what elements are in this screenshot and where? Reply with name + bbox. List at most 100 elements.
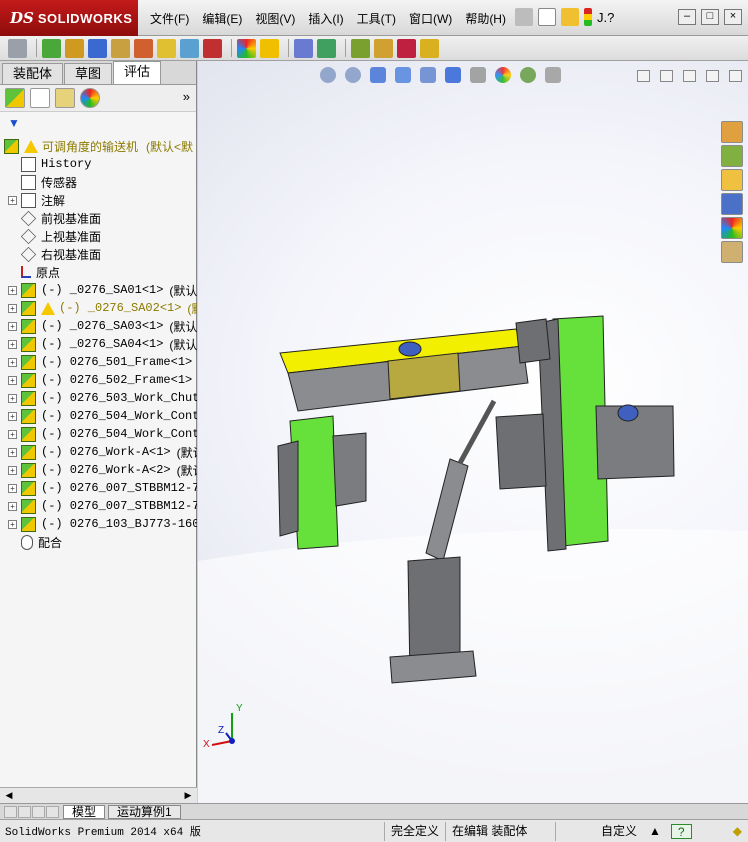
expand-toggle[interactable]: + xyxy=(8,357,17,367)
minimize-button[interactable]: – xyxy=(678,9,696,25)
solidworks-logo[interactable]: DS SOLIDWORKS xyxy=(0,0,138,36)
expand-toggle[interactable]: + xyxy=(8,375,17,385)
linear-pattern-icon[interactable] xyxy=(88,38,107,58)
expand-toggle[interactable]: + xyxy=(8,393,17,403)
graphics-area[interactable]: Y Z X xyxy=(198,61,748,803)
tree-item[interactable]: + (-) _0276_SA04<1> (默认<默 xyxy=(8,335,197,353)
tree-item[interactable]: +(-) 0276_502_Frame<1>(默认 xyxy=(8,371,197,389)
tree-item[interactable]: + (-) 0276_007_STBBM12-70<2 xyxy=(8,497,197,515)
status-tag-icon[interactable]: ◆ xyxy=(727,822,748,841)
tree-item[interactable]: 传感器 xyxy=(8,173,197,191)
menu-tools[interactable]: 工具(T) xyxy=(357,10,396,27)
tree-item-label: 配合 xyxy=(38,535,63,550)
tree-item[interactable]: History xyxy=(8,155,197,173)
conveyor-3d-model[interactable] xyxy=(198,61,748,803)
pushpin-icon[interactable] xyxy=(515,8,533,26)
insert-components-icon[interactable] xyxy=(42,38,61,58)
expand-toggle[interactable]: + xyxy=(8,483,17,493)
tree-item[interactable]: + (-) 0276_504_Work_Containe xyxy=(8,425,197,443)
status-units-custom[interactable]: 自定义 xyxy=(555,821,643,841)
menu-insert[interactable]: 插入(I) xyxy=(308,10,343,27)
explode-line-icon[interactable] xyxy=(374,38,393,58)
tree-item[interactable]: 前视基准面 xyxy=(8,209,197,227)
tree-item-label: (-) 0276_Work-A<2> xyxy=(41,463,171,477)
tree-item[interactable]: 上视基准面 xyxy=(8,227,197,245)
open-folder-icon[interactable] xyxy=(561,8,579,26)
select-tool-icon[interactable] xyxy=(8,38,27,58)
move-component-icon[interactable] xyxy=(134,38,153,58)
last-tab-button[interactable] xyxy=(46,805,59,818)
expand-toggle[interactable]: + xyxy=(8,321,17,331)
tree-item[interactable]: + (-) _0276_SA01<1> (默认<默 xyxy=(8,281,197,299)
feature-manager-icon[interactable] xyxy=(5,88,25,108)
menu-file[interactable]: 文件(F) xyxy=(150,10,189,27)
expand-toggle[interactable]: + xyxy=(8,339,17,349)
expand-toggle[interactable]: + xyxy=(8,465,17,475)
expand-toggle[interactable]: + xyxy=(8,303,17,313)
first-tab-button[interactable] xyxy=(4,805,17,818)
show-hidden-icon[interactable] xyxy=(157,38,176,58)
clearance-icon[interactable] xyxy=(317,38,336,58)
tree-item[interactable]: + (-) 0276_Work-A<1> (默认< xyxy=(8,443,197,461)
expand-panel-button[interactable]: » xyxy=(183,89,190,104)
tree-horizontal-scrollbar[interactable]: ◀ ▶ xyxy=(0,787,197,803)
tree-item[interactable]: 配合 xyxy=(8,533,197,551)
menu-edit[interactable]: 编辑(E) xyxy=(202,10,242,27)
expand-toggle[interactable]: + xyxy=(8,501,17,511)
tab-evaluate[interactable]: 评估 xyxy=(113,61,162,84)
tree-item[interactable]: + (-) 0276_007_STBBM12-70<1 xyxy=(8,479,197,497)
configuration-manager-icon[interactable] xyxy=(55,88,75,108)
assembly-icon xyxy=(4,138,19,154)
tree-item[interactable]: +(-) 0276_501_Frame<1>(默认 xyxy=(8,353,197,371)
new-document-icon[interactable] xyxy=(538,8,556,26)
interference-detection-icon[interactable] xyxy=(294,38,313,58)
sensor-icon xyxy=(21,174,36,190)
warning-icon[interactable] xyxy=(260,38,279,58)
tree-item[interactable]: 右视基准面 xyxy=(8,245,197,263)
tab-assembly[interactable]: 装配体 xyxy=(2,63,64,84)
prev-tab-button[interactable] xyxy=(18,805,31,818)
tree-item[interactable]: + (-) 0276_103_BJ773-16050N xyxy=(8,515,197,533)
tab-model[interactable]: 模型 xyxy=(63,804,106,819)
display-manager-icon[interactable] xyxy=(80,88,100,108)
status-help-button[interactable]: ? xyxy=(670,823,692,839)
menu-view[interactable]: 视图(V) xyxy=(255,10,295,27)
close-button[interactable]: × xyxy=(724,9,742,25)
instant3d-icon[interactable] xyxy=(397,38,416,58)
scroll-left-arrow[interactable]: ◀ xyxy=(2,789,16,802)
expand-toggle[interactable]: + xyxy=(8,195,17,205)
tab-sketch[interactable]: 草图 xyxy=(64,63,113,84)
tree-item[interactable]: + (-) _0276_SA02<1> (默认< xyxy=(8,299,197,317)
expand-toggle[interactable]: + xyxy=(8,519,17,529)
tree-item[interactable]: + (-) _0276_SA03<1> (默认<默 xyxy=(8,317,197,335)
reference-geometry-icon[interactable] xyxy=(203,38,222,58)
tree-item[interactable]: + (-) 0276_503_Work_Chute<1> xyxy=(8,389,197,407)
appearance-icon[interactable] xyxy=(237,38,256,58)
tree-item[interactable]: + (-) 0276_504_Work_Containe xyxy=(8,407,197,425)
expand-toggle[interactable]: + xyxy=(8,285,17,295)
right-frame xyxy=(495,315,675,552)
tree-root[interactable]: 可调角度的输送机 (默认<默 xyxy=(4,137,197,155)
restore-button[interactable]: □ xyxy=(701,9,719,25)
next-tab-button[interactable] xyxy=(32,805,45,818)
update-speedpak-icon[interactable] xyxy=(420,38,439,58)
smart-fasteners-icon[interactable] xyxy=(111,38,130,58)
expand-toggle[interactable]: + xyxy=(8,447,17,457)
rebuild-traffic-light-icon[interactable] xyxy=(584,8,592,26)
tree-item[interactable]: + (-) 0276_Work-A<2> (默认< xyxy=(8,461,197,479)
expand-toggle[interactable]: + xyxy=(8,429,17,439)
assembly-features-icon[interactable] xyxy=(180,38,199,58)
scroll-right-arrow[interactable]: ▶ xyxy=(181,789,195,802)
exploded-view-icon[interactable] xyxy=(351,38,370,58)
search-help-text[interactable]: J.? xyxy=(597,10,614,25)
property-manager-icon[interactable] xyxy=(30,88,50,108)
expand-toggle[interactable]: + xyxy=(8,411,17,421)
mate-icon[interactable] xyxy=(65,38,84,58)
tab-motion-study[interactable]: 运动算例1 xyxy=(108,804,181,819)
tree-item[interactable]: + 注解 xyxy=(8,191,197,209)
menu-help[interactable]: 帮助(H) xyxy=(465,10,506,27)
tree-item[interactable]: 原点 xyxy=(8,263,197,281)
status-up-arrow[interactable]: ▲ xyxy=(643,822,667,841)
menu-window[interactable]: 窗口(W) xyxy=(409,10,452,27)
filter-icon[interactable]: ▼ xyxy=(8,116,20,130)
